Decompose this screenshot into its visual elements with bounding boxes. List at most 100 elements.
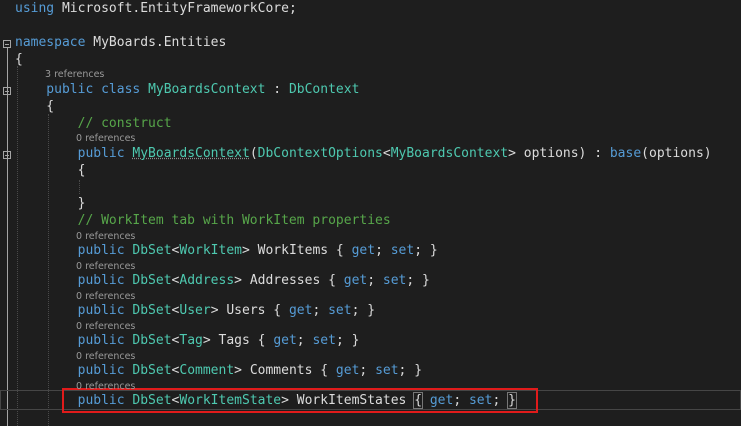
code-line[interactable]: } <box>0 195 741 213</box>
code-text: } <box>15 195 86 213</box>
code-line[interactable]: public DbSet<WorkItemState> WorkItemStat… <box>0 392 741 410</box>
code-token: User <box>179 303 211 318</box>
code-line[interactable]: public MyBoardsContext(DbContextOptions<… <box>0 145 741 163</box>
code-line[interactable]: { <box>0 51 741 69</box>
code-token: } <box>15 196 86 211</box>
code-line[interactable]: public DbSet<Address> Addresses { get; s… <box>0 272 741 290</box>
code-token: ; } <box>398 363 423 378</box>
code-token: public <box>15 333 133 348</box>
code-text: // construct <box>15 115 172 133</box>
code-text: public DbSet<Comment> Comments { get; se… <box>15 362 422 380</box>
collapse-toggle-icon[interactable] <box>3 151 11 159</box>
code-token: Tag <box>179 333 203 348</box>
code-token: DbContextOptions <box>257 146 383 161</box>
code-token: ; <box>453 393 469 408</box>
code-token: { <box>15 52 23 67</box>
code-token: ; <box>367 273 383 288</box>
code-token: set <box>375 363 399 378</box>
code-text: public class MyBoardsContext : DbContext <box>15 81 359 99</box>
codelens-references-link[interactable]: 0 references <box>0 291 741 303</box>
code-token: set <box>382 273 407 288</box>
code-token: public class <box>15 82 149 97</box>
codelens-references-link[interactable]: 0 references <box>0 351 741 363</box>
code-token: DbContext <box>288 82 360 97</box>
code-token: public <box>15 273 133 288</box>
code-line[interactable]: // WorkItem tab with WorkItem properties <box>0 212 741 230</box>
code-token: base <box>609 146 642 161</box>
collapse-toggle-icon[interactable] <box>3 87 11 95</box>
code-line[interactable]: public DbSet<WorkItem> WorkItems { get; … <box>0 242 741 260</box>
code-token: DbSet <box>132 393 172 408</box>
code-text: public DbSet<Address> Addresses { get; s… <box>15 272 430 290</box>
code-token: namespace <box>15 35 86 50</box>
code-token: get <box>288 303 313 318</box>
code-text: using Microsoft.EntityFrameworkCore; <box>15 0 297 18</box>
code-line[interactable]: public class MyBoardsContext : DbContext <box>0 81 741 99</box>
code-token: WorkItem <box>179 243 242 258</box>
code-token: { <box>413 392 423 409</box>
code-text: { <box>15 51 23 69</box>
code-token: MyBoards.Entities <box>85 35 227 50</box>
code-text: public DbSet<WorkItem> WorkItems { get; … <box>15 242 438 260</box>
code-line[interactable]: public DbSet<User> Users { get; set; } <box>0 302 741 320</box>
codelens-references-link[interactable]: 0 references <box>0 231 741 243</box>
code-token: ; } <box>406 273 430 288</box>
code-text: // WorkItem tab with WorkItem properties <box>15 212 391 230</box>
code-line[interactable]: public DbSet<Tag> Tags { get; set; } <box>0 332 741 350</box>
code-token: get <box>429 393 454 408</box>
code-token: ; } <box>335 333 360 348</box>
code-text: public DbSet<User> Users { get; set; } <box>15 302 375 320</box>
code-token: ; <box>296 333 313 348</box>
code-token: MyBoardsContext <box>148 82 266 97</box>
code-token: > Users { <box>210 303 289 318</box>
code-token: set <box>328 303 352 318</box>
code-text: public DbSet<Tag> Tags { get; set; } <box>15 332 360 350</box>
code-token: public <box>15 243 133 258</box>
codelens-references-link[interactable]: 0 references <box>0 133 741 145</box>
code-token: public <box>15 303 133 318</box>
code-token: Comment <box>179 363 235 378</box>
code-line[interactable]: // construct <box>0 115 741 133</box>
code-token: MyBoardsContext <box>132 146 250 161</box>
code-token: set <box>390 243 415 258</box>
code-line[interactable]: { <box>0 162 741 180</box>
codelens-references-link[interactable]: 0 references <box>0 261 741 273</box>
code-token: MyBoardsContext <box>390 146 509 161</box>
code-token: set <box>312 333 336 348</box>
code-token: get <box>273 333 297 348</box>
code-token: Address <box>179 273 235 288</box>
code-token: > WorkItems { <box>242 243 352 258</box>
code-token: { <box>15 163 86 178</box>
code-line[interactable]: public DbSet<Comment> Comments { get; se… <box>0 362 741 380</box>
code-token: get <box>351 243 376 258</box>
code-token: ; } <box>414 243 438 258</box>
code-line[interactable]: namespace MyBoards.Entities <box>0 34 741 52</box>
code-text: public DbSet<WorkItemState> WorkItemStat… <box>15 392 517 410</box>
code-token: public <box>15 363 133 378</box>
code-token: Microsoft.EntityFrameworkCore; <box>54 1 297 16</box>
codelens-references-link[interactable]: 0 references <box>0 381 741 393</box>
code-editor[interactable]: using Microsoft.EntityFrameworkCore; name… <box>0 0 741 426</box>
code-token: ; <box>375 243 391 258</box>
code-token: > options) : <box>508 146 610 161</box>
code-token: > Comments { <box>234 363 336 378</box>
codelens-references-link[interactable]: 0 references <box>0 321 741 333</box>
codelens-references-link[interactable]: 3 references <box>0 69 741 81</box>
code-text: { <box>15 162 86 180</box>
code-token: get <box>335 363 360 378</box>
code-token: > WorkItemStates <box>281 393 415 408</box>
code-token: get <box>343 273 368 288</box>
code-text: namespace MyBoards.Entities <box>15 34 226 52</box>
code-token: } <box>507 392 517 409</box>
code-line[interactable]: using Microsoft.EntityFrameworkCore; <box>0 0 741 18</box>
code-token: public <box>15 393 133 408</box>
code-token: set <box>468 393 493 408</box>
code-token: ; <box>312 303 329 318</box>
code-token: : <box>265 82 289 97</box>
code-text: public MyBoardsContext(DbContextOptions<… <box>15 145 712 163</box>
code-token: > Tags { <box>202 333 274 348</box>
code-text: { <box>15 98 54 116</box>
code-line[interactable]: { <box>0 98 741 116</box>
collapse-toggle-icon[interactable] <box>3 40 11 48</box>
